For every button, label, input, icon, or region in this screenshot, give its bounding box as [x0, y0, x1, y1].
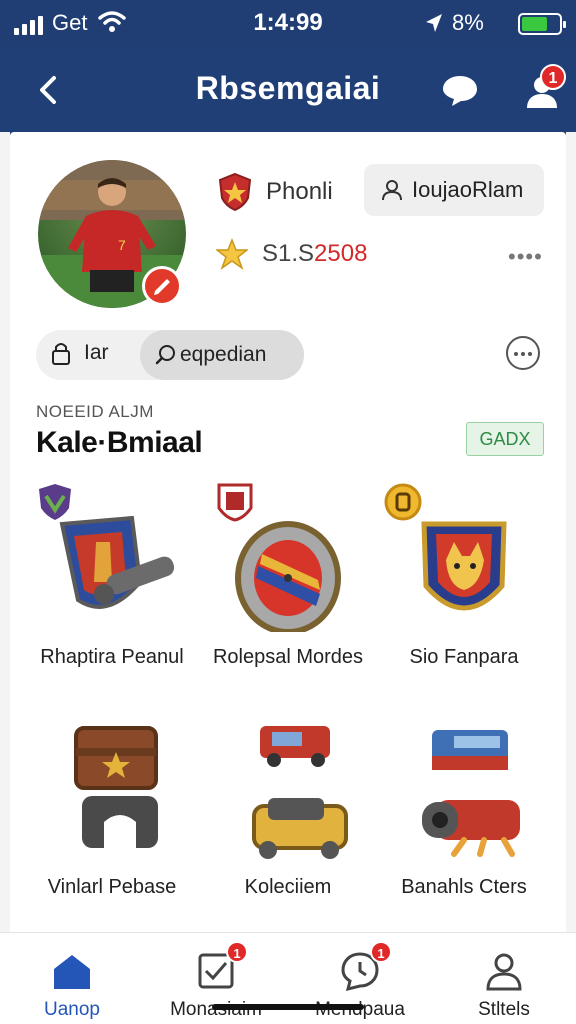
status-time: 1:4:99	[253, 9, 323, 36]
options-button[interactable]	[506, 336, 540, 370]
red-emblem-icon	[217, 483, 253, 522]
tab-home-label: Uanop	[44, 999, 100, 1020]
item-name: Sio Fanpara	[409, 646, 519, 668]
right-page-edge	[566, 132, 576, 1024]
page-title: Rbsemgaiai	[195, 70, 381, 106]
rank-row: Phonli	[218, 172, 333, 212]
user-outline-icon	[382, 180, 402, 201]
score-value: S1.S2508	[262, 240, 367, 268]
collection-item[interactable]: Sio Fanpara	[374, 482, 554, 669]
user-icon	[486, 953, 522, 991]
wagon-cannon-icon	[374, 712, 554, 862]
shield-cannon-icon	[22, 482, 202, 632]
section-kicker: NOEEID ALJM	[36, 402, 154, 421]
collection-item[interactable]: Rolepsal Mordes	[198, 482, 378, 669]
avatar-edit-button[interactable]	[142, 266, 182, 306]
rank-label: Phonli	[266, 178, 333, 205]
tab-messages-label: Mendpaua	[288, 999, 432, 1021]
battery-percent: 8%	[452, 10, 484, 35]
item-name: Rolepsal Mordes	[212, 646, 364, 668]
chat-bubble-icon[interactable]	[440, 70, 480, 110]
rank-shield-icon	[218, 172, 252, 212]
notification-badge: 1	[540, 64, 566, 90]
lock-icon	[52, 343, 70, 365]
status-bar: Get 1:4:99 8%	[0, 0, 576, 48]
follow-button[interactable]: IoujaoRlam	[364, 164, 544, 216]
profile-card: 7 Phonli IoujaoRlam S1.S2508 •••• Iar eq…	[10, 132, 566, 1024]
score-row: S1.S2508	[216, 238, 367, 270]
tab-profile[interactable]: Stltels	[432, 941, 576, 1021]
left-page-edge	[0, 132, 10, 1024]
filter-pills: Iar eqpedian	[36, 330, 304, 380]
score-highlight: 2508	[314, 240, 368, 267]
item-name: Banahls Cters	[401, 876, 527, 898]
section-tag[interactable]: GADX	[466, 422, 544, 456]
svg-text:7: 7	[118, 237, 126, 253]
purple-shield-icon	[39, 484, 71, 520]
search-icon	[155, 345, 175, 365]
location-icon	[426, 14, 442, 32]
battery-icon	[518, 13, 566, 35]
collection-item[interactable]: Koleciiem	[198, 712, 378, 899]
bottom-tab-bar: Uanop 1 Monasiaim 1 Mendpaua Stl	[0, 932, 576, 1024]
tab-missions-label: Monasiaim	[144, 999, 288, 1021]
gold-coin-icon	[384, 483, 422, 521]
gold-cannon-icon	[198, 712, 378, 862]
pencil-icon	[154, 279, 170, 295]
fox-shield-icon	[374, 482, 554, 632]
profile-button[interactable]: 1	[520, 64, 568, 112]
chest-anvil-icon	[22, 712, 202, 862]
round-shield-icon	[198, 482, 378, 635]
tab-profile-label: Stltels	[478, 999, 530, 1020]
home-icon	[54, 955, 90, 989]
score-prefix: S1.S	[262, 240, 315, 267]
item-name: Vinlarl Pebase	[47, 876, 177, 898]
pill-search[interactable]: eqpedian	[140, 330, 304, 380]
tab-badge: 1	[226, 941, 248, 963]
item-name: Rhaptira Peanul	[40, 646, 184, 668]
tab-home[interactable]: Uanop	[0, 941, 144, 1021]
top-nav-bar: Rbsemgaiai 1	[0, 48, 576, 132]
more-options-icon[interactable]: ••••	[508, 244, 543, 270]
pill-lock[interactable]: Iar	[50, 340, 109, 366]
section-title: Kale·Bmiaal	[36, 426, 203, 459]
collection-item[interactable]: Vinlarl Pebase	[22, 712, 202, 899]
star-icon	[216, 238, 248, 270]
item-name: Koleciiem	[244, 876, 332, 898]
pill-search-label: eqpedian	[180, 343, 267, 366]
tab-badge: 1	[370, 941, 392, 963]
collection-item[interactable]: Banahls Cters	[374, 712, 554, 899]
home-indicator	[212, 1004, 364, 1010]
follow-button-label: IoujaoRlam	[412, 177, 524, 202]
collection-item[interactable]: Rhaptira Peanul	[22, 482, 202, 669]
pill-lock-label: Iar	[84, 341, 109, 364]
